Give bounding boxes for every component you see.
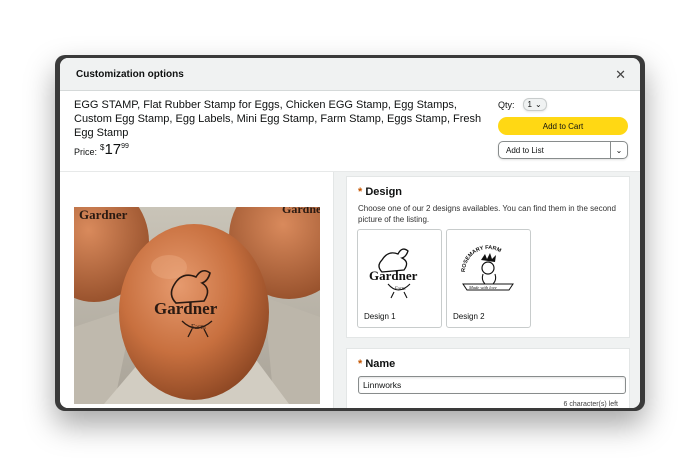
name-section: * Name Linnworks 6 character(s) left xyxy=(346,348,630,408)
customization-modal: Customization options ✕ EGG STAMP, Flat … xyxy=(60,58,640,408)
design-title: * Design xyxy=(358,186,629,198)
modal-header: Customization options ✕ xyxy=(60,58,640,91)
quantity-row: Qty: 1 ⌄ xyxy=(498,98,547,111)
qty-label: Qty: xyxy=(498,99,515,110)
price-whole: 17 xyxy=(104,141,122,158)
product-info: EGG STAMP, Flat Rubber Stamp for Eggs, C… xyxy=(74,98,494,157)
design-option-2[interactable]: ROSEMARY FARM Made with love Design 2 xyxy=(446,229,531,328)
name-input[interactable]: Linnworks xyxy=(358,376,626,394)
photo-stamp-main: Gardner xyxy=(154,299,218,318)
required-mark: * xyxy=(358,358,363,370)
product-title: EGG STAMP, Flat Rubber Stamp for Eggs, C… xyxy=(74,99,482,139)
design-2-art-small: Made with love xyxy=(468,285,497,290)
photo-stamp-right: Gardner xyxy=(282,207,320,216)
product-photo: Gardner Gardner Gardner Farm xyxy=(74,207,320,404)
design-options: Gardner Farm Design 1 ROSEMARY FARM Made… xyxy=(357,229,629,328)
qty-dropdown[interactable]: 1 ⌄ xyxy=(522,98,547,111)
design-description: Choose one of our 2 designs availables. … xyxy=(358,204,616,224)
photo-stamp-left: Gardner xyxy=(79,207,128,222)
qty-value: 1 xyxy=(527,100,532,109)
design-1-art-text: Gardner xyxy=(369,268,418,283)
design-2-label: Design 2 xyxy=(453,312,485,321)
design-1-label: Design 1 xyxy=(364,312,396,321)
price-fraction: 99 xyxy=(121,143,129,150)
modal-title: Customization options xyxy=(76,68,184,80)
design-option-1[interactable]: Gardner Farm Design 1 xyxy=(357,229,442,328)
add-to-cart-button[interactable]: Add to Cart xyxy=(498,117,628,135)
design-title-text: Design xyxy=(365,186,403,198)
add-to-list-button[interactable]: Add to List ⌄ xyxy=(498,141,628,159)
required-mark: * xyxy=(358,186,363,198)
design-section: * Design Choose one of our 2 designs ava… xyxy=(346,176,630,338)
add-to-list-label: Add to List xyxy=(506,145,544,155)
price-label: Price: xyxy=(74,147,98,157)
price: Price: $ 17 99 xyxy=(74,142,494,157)
chevron-down-icon: ⌄ xyxy=(534,100,542,109)
chevron-down-icon[interactable]: ⌄ xyxy=(610,142,627,158)
char-counter: 6 character(s) left xyxy=(563,401,618,408)
name-title-text: Name xyxy=(365,358,396,370)
close-icon[interactable]: ✕ xyxy=(615,68,626,81)
image-pane: Gardner Gardner Gardner Farm ▪ xyxy=(60,172,333,408)
options-pane: * Design Choose one of our 2 designs ava… xyxy=(333,172,640,408)
name-title: * Name xyxy=(358,358,629,370)
